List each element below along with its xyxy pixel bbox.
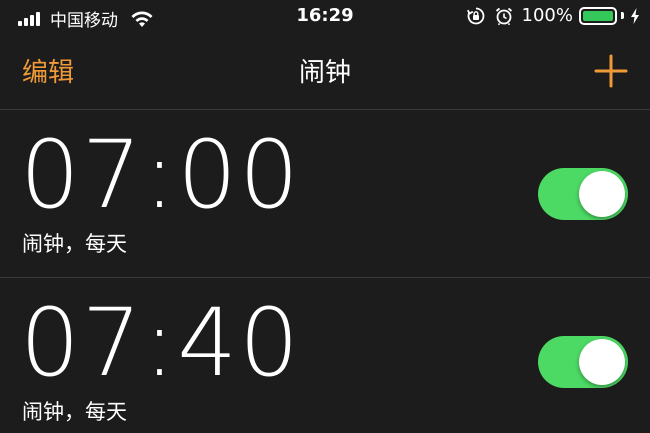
navigation-bar: 编辑 闹钟 <box>0 34 650 110</box>
alarm-screen: 中国移动 16:29 100% 编辑 闹钟 07:00 闹钟，每天 07:40 … <box>0 0 650 433</box>
plus-icon <box>594 54 628 88</box>
orientation-lock-icon <box>466 7 484 24</box>
alarm-row[interactable]: 07:00 闹钟，每天 <box>0 110 650 278</box>
alarm-toggle[interactable] <box>538 168 628 220</box>
status-bar-right: 100% <box>466 5 640 26</box>
alarm-label: 闹钟，每天 <box>22 400 127 424</box>
alarm-clock-icon <box>495 7 512 25</box>
battery-level-fill <box>583 10 613 21</box>
page-title: 闹钟 <box>298 58 351 88</box>
status-bar: 中国移动 16:29 100% <box>0 0 650 34</box>
toggle-knob <box>579 339 625 385</box>
battery-percent: 100% <box>521 5 573 26</box>
battery-cap <box>621 12 624 19</box>
alarm-list: 07:00 闹钟，每天 07:40 闹钟，每天 <box>0 110 650 433</box>
battery-icon <box>579 6 617 25</box>
alarm-time: 07:40 <box>20 289 301 398</box>
alarm-label: 闹钟，每天 <box>22 232 127 256</box>
charging-bolt-icon <box>631 7 639 24</box>
toggle-knob <box>579 171 625 217</box>
add-alarm-button[interactable] <box>594 54 628 88</box>
alarm-row[interactable]: 07:40 闹钟，每天 <box>0 278 650 433</box>
alarm-time: 07:00 <box>20 121 301 230</box>
alarm-toggle[interactable] <box>538 336 628 388</box>
